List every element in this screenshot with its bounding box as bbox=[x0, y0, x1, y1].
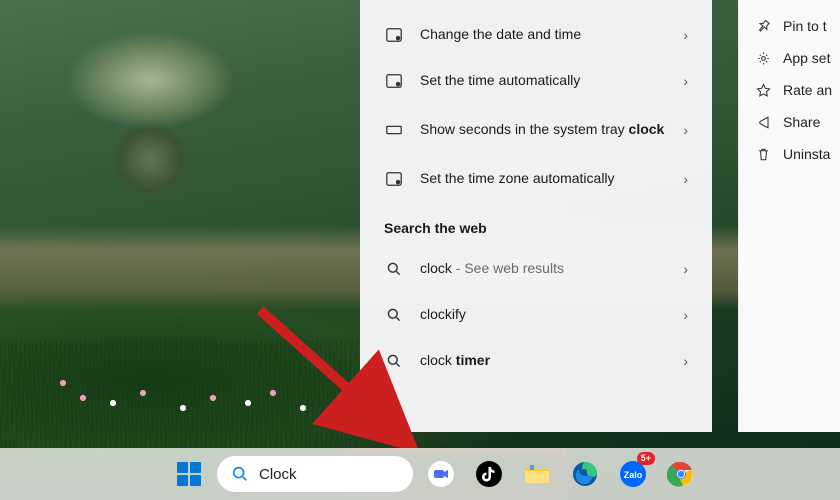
context-label: Share bbox=[783, 114, 820, 130]
tiktok-icon bbox=[475, 460, 503, 488]
result-label: Change the date and time bbox=[420, 26, 667, 44]
clock-settings-icon bbox=[384, 169, 404, 189]
chrome-icon bbox=[667, 460, 695, 488]
folder-icon bbox=[523, 461, 551, 487]
star-icon bbox=[755, 82, 771, 98]
taskbar-app-meet[interactable] bbox=[421, 454, 461, 494]
taskbar-app-edge[interactable] bbox=[565, 454, 605, 494]
search-icon bbox=[384, 259, 404, 279]
taskbar: Zalo 5+ bbox=[0, 448, 840, 500]
windows-logo-icon bbox=[177, 462, 201, 486]
result-timezone-auto[interactable]: Set the time zone automatically › bbox=[360, 156, 712, 202]
result-change-date-time[interactable]: Change the date and time › bbox=[360, 12, 712, 58]
context-pin[interactable]: Pin to t bbox=[739, 10, 840, 42]
gear-icon bbox=[755, 50, 771, 66]
pin-icon bbox=[755, 18, 771, 34]
chevron-right-icon: › bbox=[683, 261, 688, 277]
trash-icon bbox=[755, 146, 771, 162]
chevron-right-icon: › bbox=[683, 307, 688, 323]
taskbar-app-tiktok[interactable] bbox=[469, 454, 509, 494]
chevron-right-icon: › bbox=[683, 73, 688, 89]
notification-badge: 5+ bbox=[637, 452, 655, 465]
start-search-results: Change the date and time › Set the time … bbox=[360, 0, 712, 432]
result-label: clockify bbox=[420, 306, 667, 324]
search-icon bbox=[384, 351, 404, 371]
result-label: clock timer bbox=[420, 352, 667, 370]
search-input[interactable] bbox=[259, 466, 399, 483]
taskbar-app-explorer[interactable] bbox=[517, 454, 557, 494]
result-time-auto[interactable]: Set the time automatically › bbox=[360, 58, 712, 104]
start-button[interactable] bbox=[169, 454, 209, 494]
taskbar-app-zalo[interactable]: Zalo 5+ bbox=[613, 454, 653, 494]
clock-settings-icon bbox=[384, 71, 404, 91]
result-label: Set the time zone automatically bbox=[420, 170, 667, 188]
context-rate[interactable]: Rate an bbox=[739, 74, 840, 106]
result-show-seconds[interactable]: Show seconds in the system tray clock › bbox=[360, 104, 712, 156]
taskbar-app-chrome[interactable] bbox=[661, 454, 701, 494]
context-label: App set bbox=[783, 50, 830, 66]
chevron-right-icon: › bbox=[683, 353, 688, 369]
context-share[interactable]: Share bbox=[739, 106, 840, 138]
taskbar-search[interactable] bbox=[217, 456, 413, 492]
web-result-clockify[interactable]: clockify › bbox=[360, 292, 712, 338]
context-label: Uninsta bbox=[783, 146, 830, 162]
result-label: Show seconds in the system tray clock bbox=[420, 121, 667, 139]
video-chat-icon bbox=[427, 460, 455, 488]
edge-icon bbox=[571, 460, 599, 488]
result-label: Set the time automatically bbox=[420, 72, 667, 90]
share-icon bbox=[755, 114, 771, 130]
svg-text:Zalo: Zalo bbox=[624, 470, 643, 480]
chevron-right-icon: › bbox=[683, 27, 688, 43]
clock-settings-icon bbox=[384, 25, 404, 45]
context-app-settings[interactable]: App set bbox=[739, 42, 840, 74]
chevron-right-icon: › bbox=[683, 171, 688, 187]
app-context-panel: Pin to t App set Rate an Share Uninsta bbox=[738, 0, 840, 432]
context-uninstall[interactable]: Uninsta bbox=[739, 138, 840, 170]
section-search-the-web: Search the web bbox=[360, 202, 712, 246]
taskbar-settings-icon bbox=[384, 120, 404, 140]
search-icon bbox=[231, 465, 249, 483]
web-result-clock[interactable]: clock - See web results › bbox=[360, 246, 712, 292]
search-icon bbox=[384, 305, 404, 325]
context-label: Rate an bbox=[783, 82, 832, 98]
result-label: clock - See web results bbox=[420, 260, 667, 278]
context-label: Pin to t bbox=[783, 18, 827, 34]
chevron-right-icon: › bbox=[683, 122, 688, 138]
web-result-clock-timer[interactable]: clock timer › bbox=[360, 338, 712, 384]
